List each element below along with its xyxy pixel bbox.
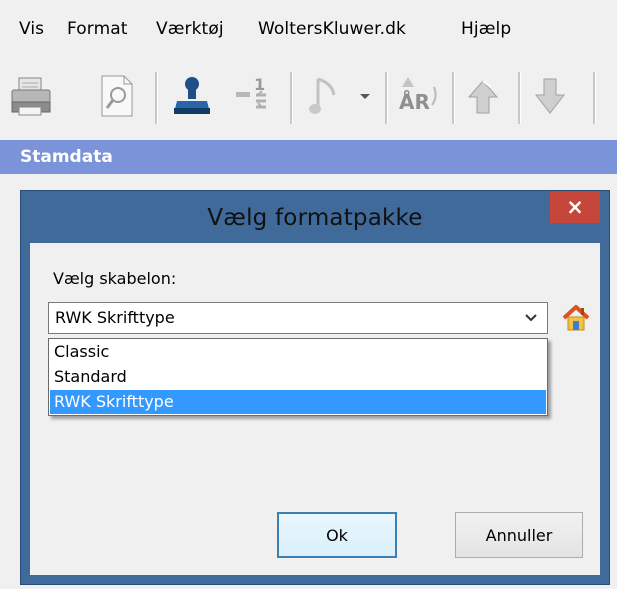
ok-button[interactable]: Ok <box>277 512 397 558</box>
print-icon <box>9 74 53 118</box>
toolbar-separator <box>593 72 596 124</box>
arrow-down-icon <box>530 73 574 119</box>
toolbar-separator <box>452 72 455 124</box>
dropdown-arrow-icon <box>358 91 372 101</box>
toolbar-separator <box>155 72 158 124</box>
home-icon[interactable] <box>561 303 591 333</box>
menu-wolterskluwer[interactable]: WoltersKluwer.dk <box>254 14 410 44</box>
menu-bar: Vis Format Værktøj WoltersKluwer.dk Hjæl… <box>0 0 617 60</box>
note-button[interactable] <box>303 68 349 124</box>
toolbar-separator <box>518 72 521 124</box>
dropdown-option[interactable]: Classic <box>50 340 546 364</box>
stamp-button[interactable] <box>165 68 219 124</box>
dropdown-option[interactable]: Standard <box>50 365 546 389</box>
replace-text-icon: ÅR <box>394 73 442 119</box>
move-up-button[interactable] <box>460 68 510 124</box>
stamp-icon <box>169 73 215 119</box>
move-down-button[interactable] <box>526 68 578 124</box>
note-icon <box>306 73 346 119</box>
toolbar-separator <box>290 72 293 124</box>
svg-text:ÅR: ÅR <box>399 90 430 114</box>
menu-vis[interactable]: Vis <box>15 14 48 44</box>
template-label: Vælg skabelon: <box>53 269 177 288</box>
menu-vaerktoej[interactable]: Værktøj <box>152 14 228 44</box>
template-select[interactable]: RWK Skrifttype <box>48 302 548 334</box>
numbering-icon: 1 <box>230 73 274 119</box>
svg-text:1: 1 <box>254 75 265 94</box>
toolbar: 1 ÅR <box>0 60 617 138</box>
print-button[interactable] <box>6 68 56 124</box>
arrow-up-icon <box>463 73 507 119</box>
note-dropdown-button[interactable] <box>353 68 377 124</box>
template-dropdown-list: Classic Standard RWK Skrifttype <box>48 338 548 416</box>
replace-text-button[interactable]: ÅR <box>392 68 444 124</box>
section-title: Stamdata <box>20 147 113 167</box>
template-select-value: RWK Skrifttype <box>55 308 175 327</box>
menu-hjaelp[interactable]: Hjælp <box>457 14 515 44</box>
numbering-button[interactable]: 1 <box>227 68 277 124</box>
chevron-down-icon[interactable] <box>521 308 541 328</box>
print-preview-icon <box>98 73 136 119</box>
print-preview-button[interactable] <box>94 68 140 124</box>
toolbar-separator <box>385 72 388 124</box>
section-header: Stamdata <box>0 140 617 174</box>
dropdown-option-selected[interactable]: RWK Skrifttype <box>50 390 546 414</box>
menu-format[interactable]: Format <box>63 14 132 44</box>
cancel-button[interactable]: Annuller <box>455 512 583 558</box>
